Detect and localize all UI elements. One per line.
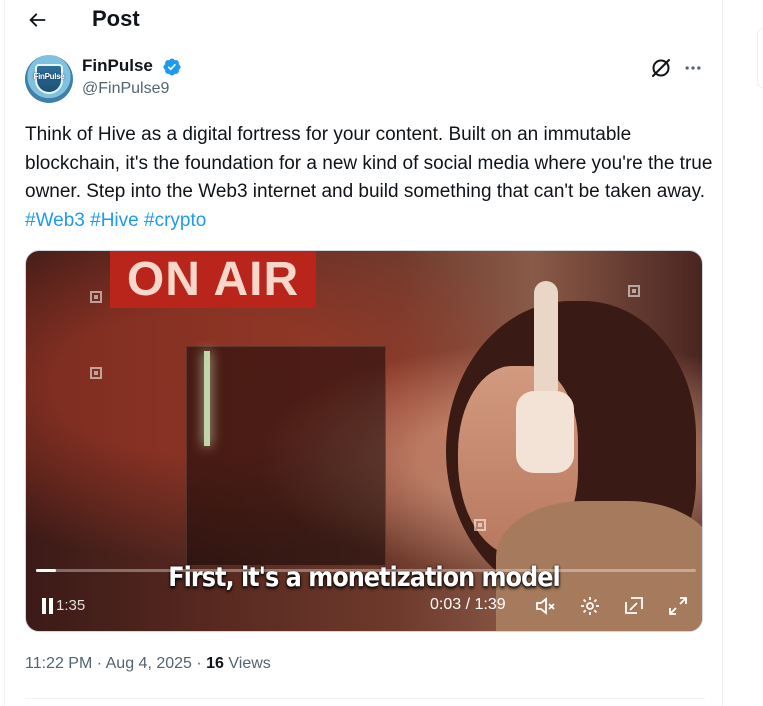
post-meta: 11:22 PM · Aug 4, 2025 · 16 Views	[25, 655, 271, 673]
hashtag-web3[interactable]: #Web3	[25, 210, 85, 231]
video-time: 0:03 / 1:39	[430, 596, 506, 613]
post-column: Post FinPulse FinPulse @FinPulse9 Think …	[4, 0, 723, 706]
post-body-text: Think of Hive as a digital fortress for …	[25, 124, 713, 202]
video-progress-bar[interactable]	[36, 569, 696, 572]
current-time: 0:03	[430, 596, 462, 613]
more-dots-icon	[685, 66, 701, 70]
fullscreen-icon[interactable]	[666, 594, 690, 618]
hashtag-crypto[interactable]: #crypto	[144, 210, 206, 231]
meta-separator: ·	[191, 655, 207, 672]
on-air-sign: ON AIR	[110, 251, 316, 308]
more-button[interactable]	[681, 56, 705, 80]
duration: 1:39	[474, 596, 506, 613]
picture-in-picture-icon[interactable]	[622, 594, 646, 618]
headphone-band	[534, 281, 558, 401]
back-button[interactable]	[21, 4, 53, 36]
hud-marker	[474, 519, 486, 531]
avatar[interactable]: FinPulse	[25, 55, 73, 103]
light-glow	[204, 351, 210, 446]
views-count: 16	[206, 655, 224, 672]
hud-marker	[90, 367, 102, 379]
author-handle[interactable]: @FinPulse9	[82, 80, 169, 98]
grok-icon[interactable]	[649, 56, 673, 80]
views-label: Views	[223, 655, 271, 672]
pause-bar	[49, 598, 53, 614]
hashtag-hive[interactable]: #Hive	[90, 210, 139, 231]
post-text: Think of Hive as a digital fortress for …	[25, 121, 715, 235]
video-progress-fill	[36, 569, 56, 572]
video-caption: First, it's a monetization model	[168, 561, 560, 593]
sidebar-edge	[757, 28, 763, 88]
mute-icon[interactable]	[534, 594, 558, 618]
headphone-cup	[516, 391, 574, 473]
divider	[25, 698, 705, 699]
settings-gear-icon[interactable]	[578, 594, 602, 618]
hud-marker	[90, 291, 102, 303]
page-title: Post	[92, 6, 140, 31]
avatar-logo-text: FinPulse	[33, 72, 65, 81]
arrow-left-icon	[29, 13, 46, 27]
video-controls: 1:35 0:03 / 1:39	[26, 591, 702, 621]
post-header: Post	[5, 0, 722, 40]
pause-bar	[42, 598, 46, 614]
author-display-name[interactable]: FinPulse	[82, 56, 153, 76]
verified-badge-icon	[163, 58, 181, 76]
post-timestamp[interactable]: 11:22 PM · Aug 4, 2025	[25, 655, 192, 672]
video-player[interactable]: ON AIR First, it's a monetization model …	[25, 250, 703, 632]
hud-marker	[628, 285, 640, 297]
time-overlay: 1:35	[56, 597, 86, 614]
studio-monitor	[186, 346, 386, 566]
